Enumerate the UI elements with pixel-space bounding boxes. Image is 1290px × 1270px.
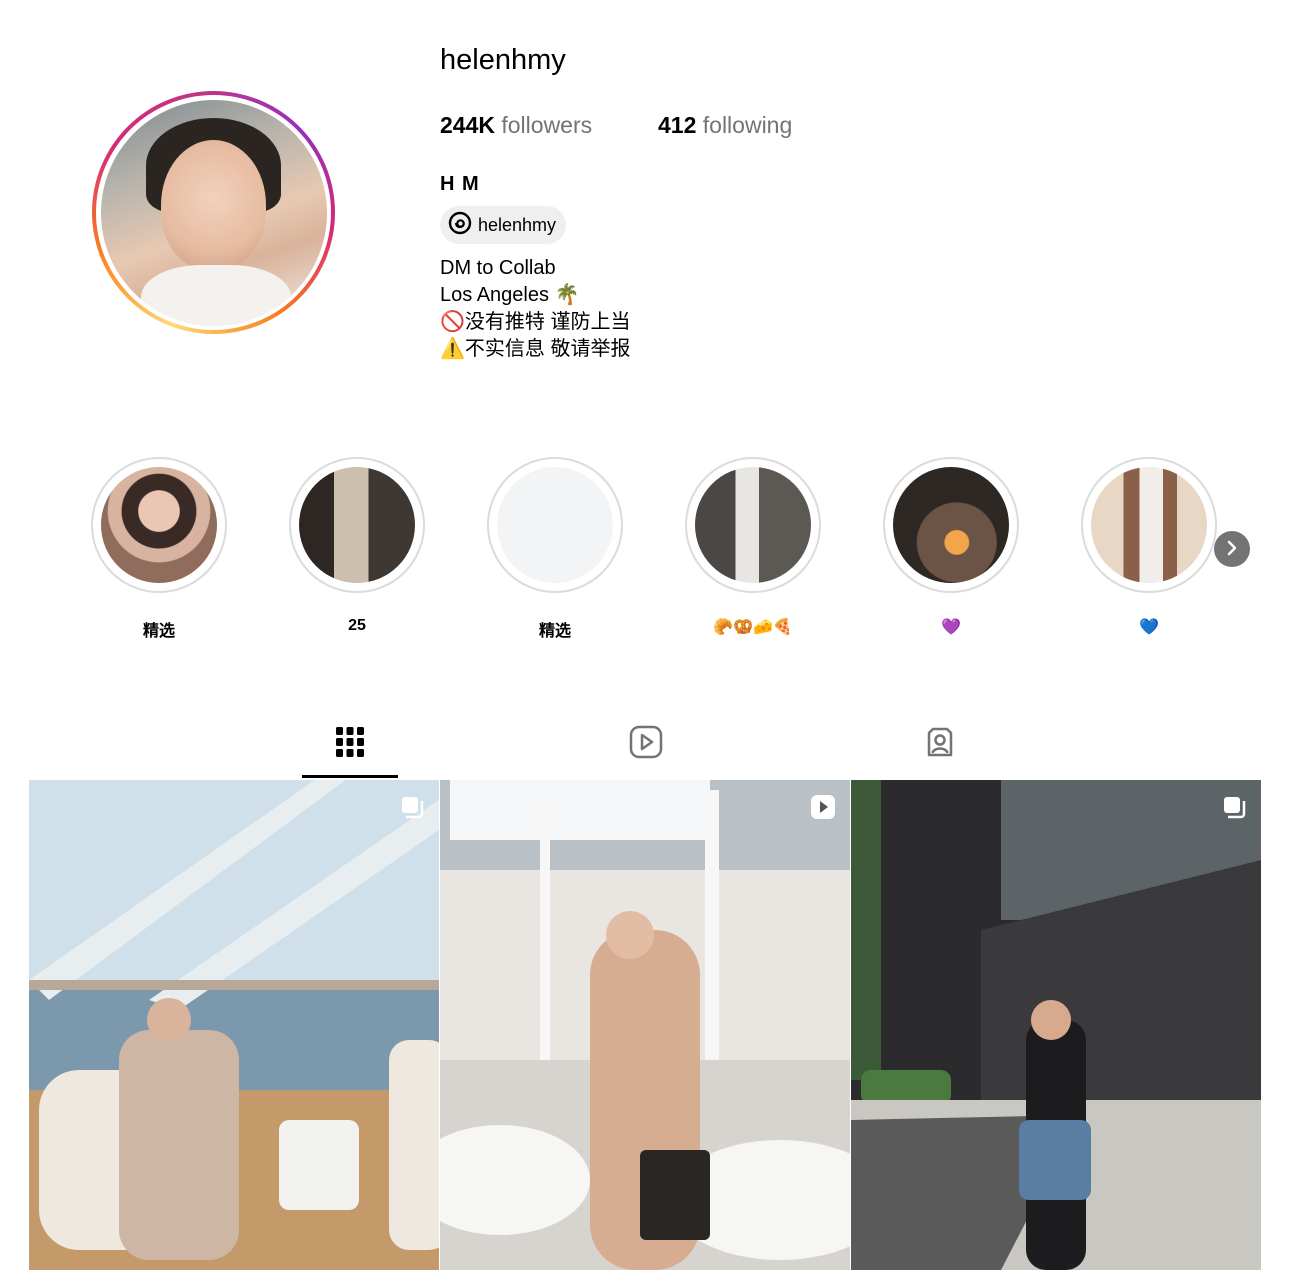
highlight-label: 25 — [348, 617, 366, 634]
highlight-cover — [695, 467, 811, 583]
tab-posts[interactable] — [302, 724, 398, 764]
following-count: 412 — [658, 112, 697, 138]
highlight-cover — [893, 467, 1009, 583]
highlight-label: 💙 — [1139, 619, 1159, 636]
bio-line: DM to Collab — [440, 257, 556, 279]
grid-icon — [335, 726, 365, 763]
followers-count: 244K — [440, 112, 495, 138]
bio-line: ⚠️不实信息 敬请举报 — [440, 338, 631, 360]
tab-reels[interactable] — [598, 724, 694, 764]
threads-handle: helenhmy — [478, 214, 557, 235]
active-tab-indicator — [302, 775, 398, 778]
following-stat[interactable]: 412 following — [658, 112, 792, 139]
highlight-label: 精选 — [142, 623, 175, 640]
highlight-item[interactable]: 💙 — [1081, 457, 1217, 637]
highlight-label: 🥐🥨🧀🍕 — [713, 619, 793, 636]
followers-label: followers — [501, 112, 593, 138]
post-thumbnail[interactable] — [440, 780, 850, 1270]
post-image — [851, 780, 1261, 1270]
avatar-image — [100, 99, 327, 326]
highlight-item[interactable]: 💜 — [883, 457, 1019, 637]
threads-icon — [448, 211, 472, 240]
highlight-label: 精选 — [538, 623, 571, 640]
tab-tagged[interactable] — [892, 724, 988, 764]
reels-icon — [629, 725, 663, 764]
post-image — [440, 780, 850, 1270]
highlight-item[interactable]: 精选 — [91, 457, 227, 641]
highlight-item[interactable]: 🥐🥨🧀🍕 — [685, 457, 821, 637]
carousel-icon — [399, 794, 425, 820]
following-label: following — [702, 112, 793, 138]
profile-username: helenhmy — [440, 44, 566, 76]
reel-icon — [810, 794, 836, 820]
highlight-cover — [1091, 467, 1207, 583]
highlight-item[interactable]: 精选 — [487, 457, 623, 641]
highlight-cover — [497, 467, 613, 583]
tagged-icon — [923, 725, 957, 764]
followers-stat[interactable]: 244K followers — [440, 112, 592, 139]
highlight-item[interactable]: 25 — [289, 457, 425, 635]
avatar-ring-gap — [96, 95, 331, 330]
post-thumbnail[interactable] — [29, 780, 439, 1270]
carousel-icon — [1221, 794, 1247, 820]
highlight-cover — [299, 467, 415, 583]
highlights-next-button[interactable] — [1214, 531, 1250, 567]
post-image — [29, 780, 439, 1270]
chevron-right-icon — [1224, 536, 1240, 562]
threads-link[interactable]: helenhmy — [440, 206, 567, 244]
bio-line: Los Angeles 🌴 — [440, 284, 580, 306]
profile-bio: DM to Collab Los Angeles 🌴 🚫没有推特 谨防上当 ⚠️… — [440, 255, 630, 363]
highlight-cover — [101, 467, 217, 583]
bio-line: 🚫没有推特 谨防上当 — [440, 311, 631, 333]
post-thumbnail[interactable] — [851, 780, 1261, 1270]
profile-full-name: H M — [440, 173, 480, 195]
profile-avatar[interactable] — [92, 91, 335, 334]
highlight-label: 💜 — [941, 619, 961, 636]
